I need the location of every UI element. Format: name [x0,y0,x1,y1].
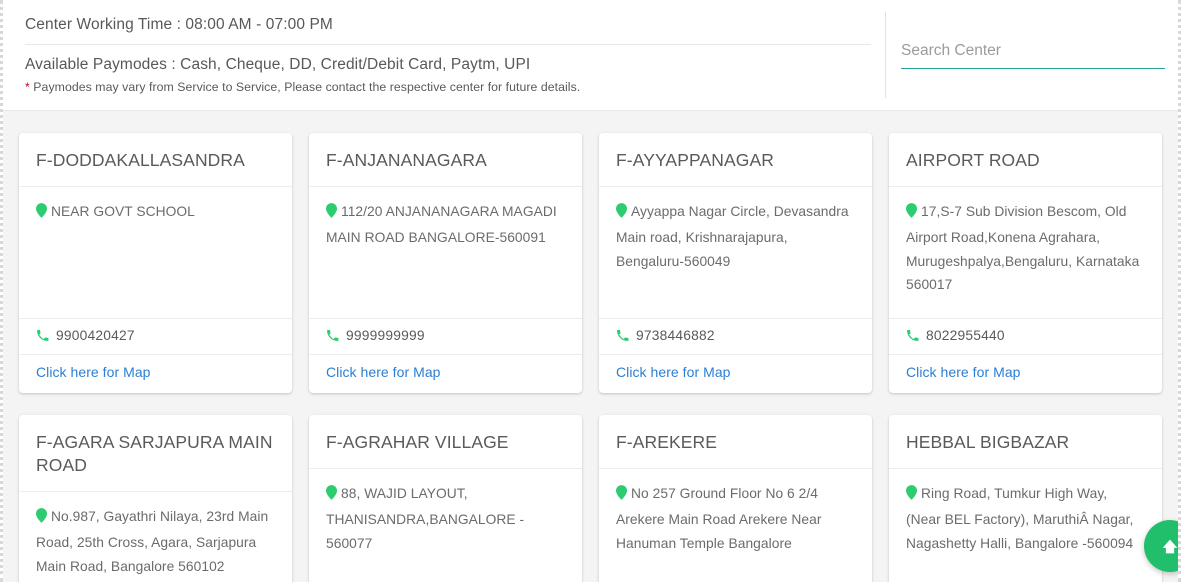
click-here-for-map-link[interactable]: Click here for Map [616,364,731,380]
center-phone: 9999999999 [309,318,582,354]
center-map-row: Click here for Map [889,354,1162,393]
phone-icon [36,329,49,345]
center-card-title: F-AGARA SARJAPURA MAIN ROAD [19,415,292,493]
center-address: Ayyappa Nagar Circle, Devasandra Main ro… [616,200,855,273]
center-card: F-AREKERE No 257 Ground Floor No 6 2/4 Ar… [599,415,872,582]
center-card: HEBBAL BIGBAZAR Ring Road, Tumkur High Wa… [889,415,1162,582]
center-address: No 257 Ground Floor No 6 2/4 Arekere Mai… [616,482,855,555]
center-phone-number: 9999999999 [346,328,425,343]
map-marker-icon [906,202,917,226]
center-card: F-DODDAKALLASANDRA NEAR GOVT SCHOOL 990042… [19,133,292,393]
map-marker-icon [326,484,337,508]
header-vertical-divider [885,12,886,98]
center-address-text: NEAR GOVT SCHOOL [51,204,195,220]
center-card-title: HEBBAL BIGBAZAR [889,415,1162,470]
center-card: F-AYYAPPANAGAR Ayyappa Nagar Circle, Deva… [599,133,872,393]
center-address-text: No.987, Gayathri Nilaya, 23rd Main Road,… [36,509,269,574]
map-marker-icon [906,484,917,508]
center-card: F-AGARA SARJAPURA MAIN ROAD No.987, Gayat… [19,415,292,582]
center-address-text: Ring Road, Tumkur High Way, (Near BEL Fa… [906,486,1134,551]
center-working-time: Center Working Time : 08:00 AM - 07:00 P… [25,0,871,45]
center-card-title: F-AREKERE [599,415,872,470]
center-address: No.987, Gayathri Nilaya, 23rd Main Road,… [36,505,275,578]
center-card-body: No 257 Ground Floor No 6 2/4 Arekere Mai… [599,469,872,582]
center-card-title: F-AGRAHAR VILLAGE [309,415,582,470]
center-address: NEAR GOVT SCHOOL [36,200,275,226]
phone-icon [326,329,339,345]
center-address-text: No 257 Ground Floor No 6 2/4 Arekere Mai… [616,486,822,551]
center-address: 112/20 ANJANANAGARA MAGADI MAIN ROAD BAN… [326,200,565,249]
centers-grid: F-DODDAKALLASANDRA NEAR GOVT SCHOOL 990042… [19,133,1162,582]
page-root: Center Working Time : 08:00 AM - 07:00 P… [0,0,1181,582]
center-address-text: 112/20 ANJANANAGARA MAGADI MAIN ROAD BAN… [326,204,557,245]
map-marker-icon [616,202,627,226]
center-card-body: 17,S-7 Sub Division Bescom, Old Airport … [889,187,1162,318]
center-address: 88, WAJID LAYOUT, THANISANDRA,BANGALORE … [326,482,565,555]
paymodes-note: * Paymodes may vary from Service to Serv… [25,74,871,94]
search-input[interactable] [901,42,1165,69]
centers-list-area: F-DODDAKALLASANDRA NEAR GOVT SCHOOL 990042… [3,110,1178,582]
header-info-block: Center Working Time : 08:00 AM - 07:00 P… [25,0,871,94]
center-address-text: 88, WAJID LAYOUT, THANISANDRA,BANGALORE … [326,486,525,551]
map-marker-icon [36,507,47,531]
center-card-body: 112/20 ANJANANAGARA MAGADI MAIN ROAD BAN… [309,187,582,318]
center-phone-number: 9738446882 [636,328,715,343]
center-card-body: NEAR GOVT SCHOOL [19,187,292,318]
center-card-title: F-DODDAKALLASANDRA [19,133,292,188]
center-phone: 9738446882 [599,318,872,354]
center-card: F-ANJANANAGARA 112/20 ANJANANAGARA MAGADI… [309,133,582,393]
map-marker-icon [616,484,627,508]
center-map-row: Click here for Map [309,354,582,393]
center-card: AIRPORT ROAD 17,S-7 Sub Division Bescom, … [889,133,1162,393]
search-center-field[interactable] [901,42,1165,69]
phone-icon [906,329,919,345]
center-card-title: F-ANJANANAGARA [309,133,582,188]
phone-icon [616,329,629,345]
center-map-row: Click here for Map [599,354,872,393]
map-marker-icon [36,202,47,226]
center-card: F-AGRAHAR VILLAGE 88, WAJID LAYOUT, THANI… [309,415,582,582]
map-marker-icon [326,202,337,226]
click-here-for-map-link[interactable]: Click here for Map [36,364,151,380]
center-card-title: AIRPORT ROAD [889,133,1162,188]
center-card-title: F-AYYAPPANAGAR [599,133,872,188]
center-card-body: 88, WAJID LAYOUT, THANISANDRA,BANGALORE … [309,469,582,582]
paymodes-note-text: Paymodes may vary from Service to Servic… [29,80,581,94]
center-card-body: Ring Road, Tumkur High Way, (Near BEL Fa… [889,469,1162,582]
center-address: Ring Road, Tumkur High Way, (Near BEL Fa… [906,482,1145,555]
click-here-for-map-link[interactable]: Click here for Map [906,364,1021,380]
center-address-text: Ayyappa Nagar Circle, Devasandra Main ro… [616,204,849,269]
center-phone-number: 9900420427 [56,328,135,343]
center-card-body: Ayyappa Nagar Circle, Devasandra Main ro… [599,187,872,318]
center-info-header: Center Working Time : 08:00 AM - 07:00 P… [3,0,1178,110]
center-map-row: Click here for Map [19,354,292,393]
center-phone: 8022955440 [889,318,1162,354]
center-address: 17,S-7 Sub Division Bescom, Old Airport … [906,200,1145,297]
click-here-for-map-link[interactable]: Click here for Map [326,364,441,380]
center-phone: 9900420427 [19,318,292,354]
available-paymodes: Available Paymodes : Cash, Cheque, DD, C… [25,56,531,73]
center-card-body: No.987, Gayathri Nilaya, 23rd Main Road,… [19,492,292,582]
center-address-text: 17,S-7 Sub Division Bescom, Old Airport … [906,204,1140,293]
center-phone-number: 8022955440 [926,328,1005,343]
